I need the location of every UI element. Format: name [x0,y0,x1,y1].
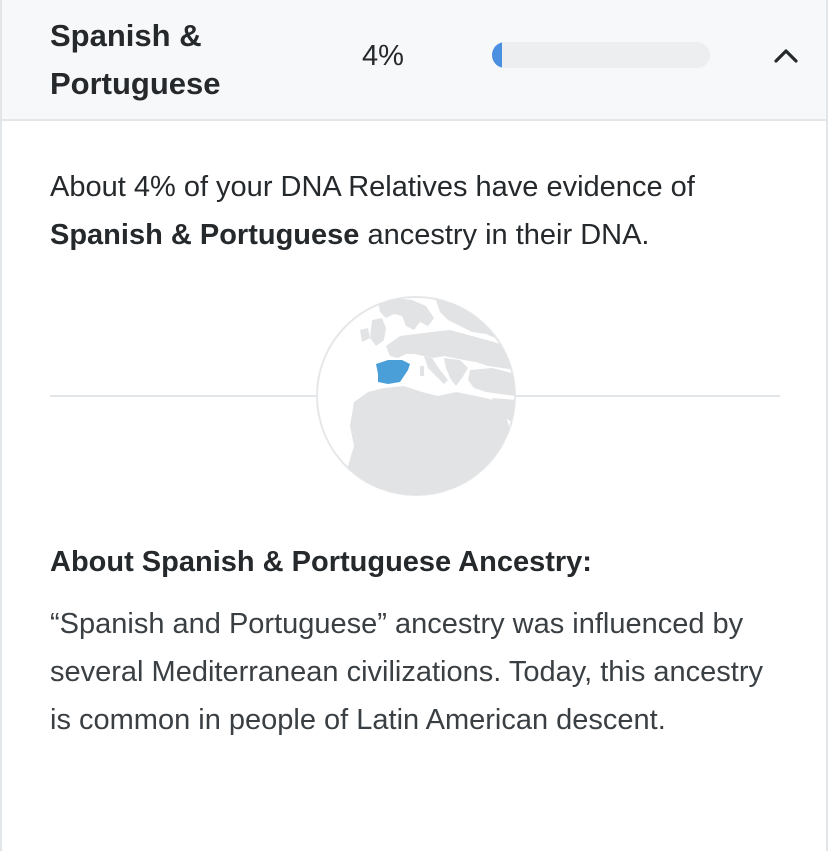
about-body: “Spanish and Portuguese” ancestry was in… [50,608,763,736]
percent-label: 4% [362,40,404,72]
about-heading: About Spanish & Portuguese Ancestry: [50,546,592,578]
ancestry-detail-panel: Spanish & Portuguese 4% About 4% of your… [0,0,828,851]
chevron-up-icon[interactable] [772,42,800,70]
ancestry-section-header[interactable]: Spanish & Portuguese 4% [2,0,826,121]
section-title: Spanish & Portuguese [50,18,221,101]
intro-suffix: ancestry in their DNA. [359,219,650,251]
globe-map-icon [316,296,516,496]
percent-bar-fill [492,42,502,68]
intro-bold-population: Spanish & Portuguese [50,219,360,251]
intro-text: About 4% of your DNA Relatives have evid… [50,163,800,259]
divider-right [514,395,780,397]
percent-bar [492,42,710,68]
divider-left [50,395,318,397]
intro-prefix: About 4% of your DNA Relatives have evid… [50,171,695,203]
